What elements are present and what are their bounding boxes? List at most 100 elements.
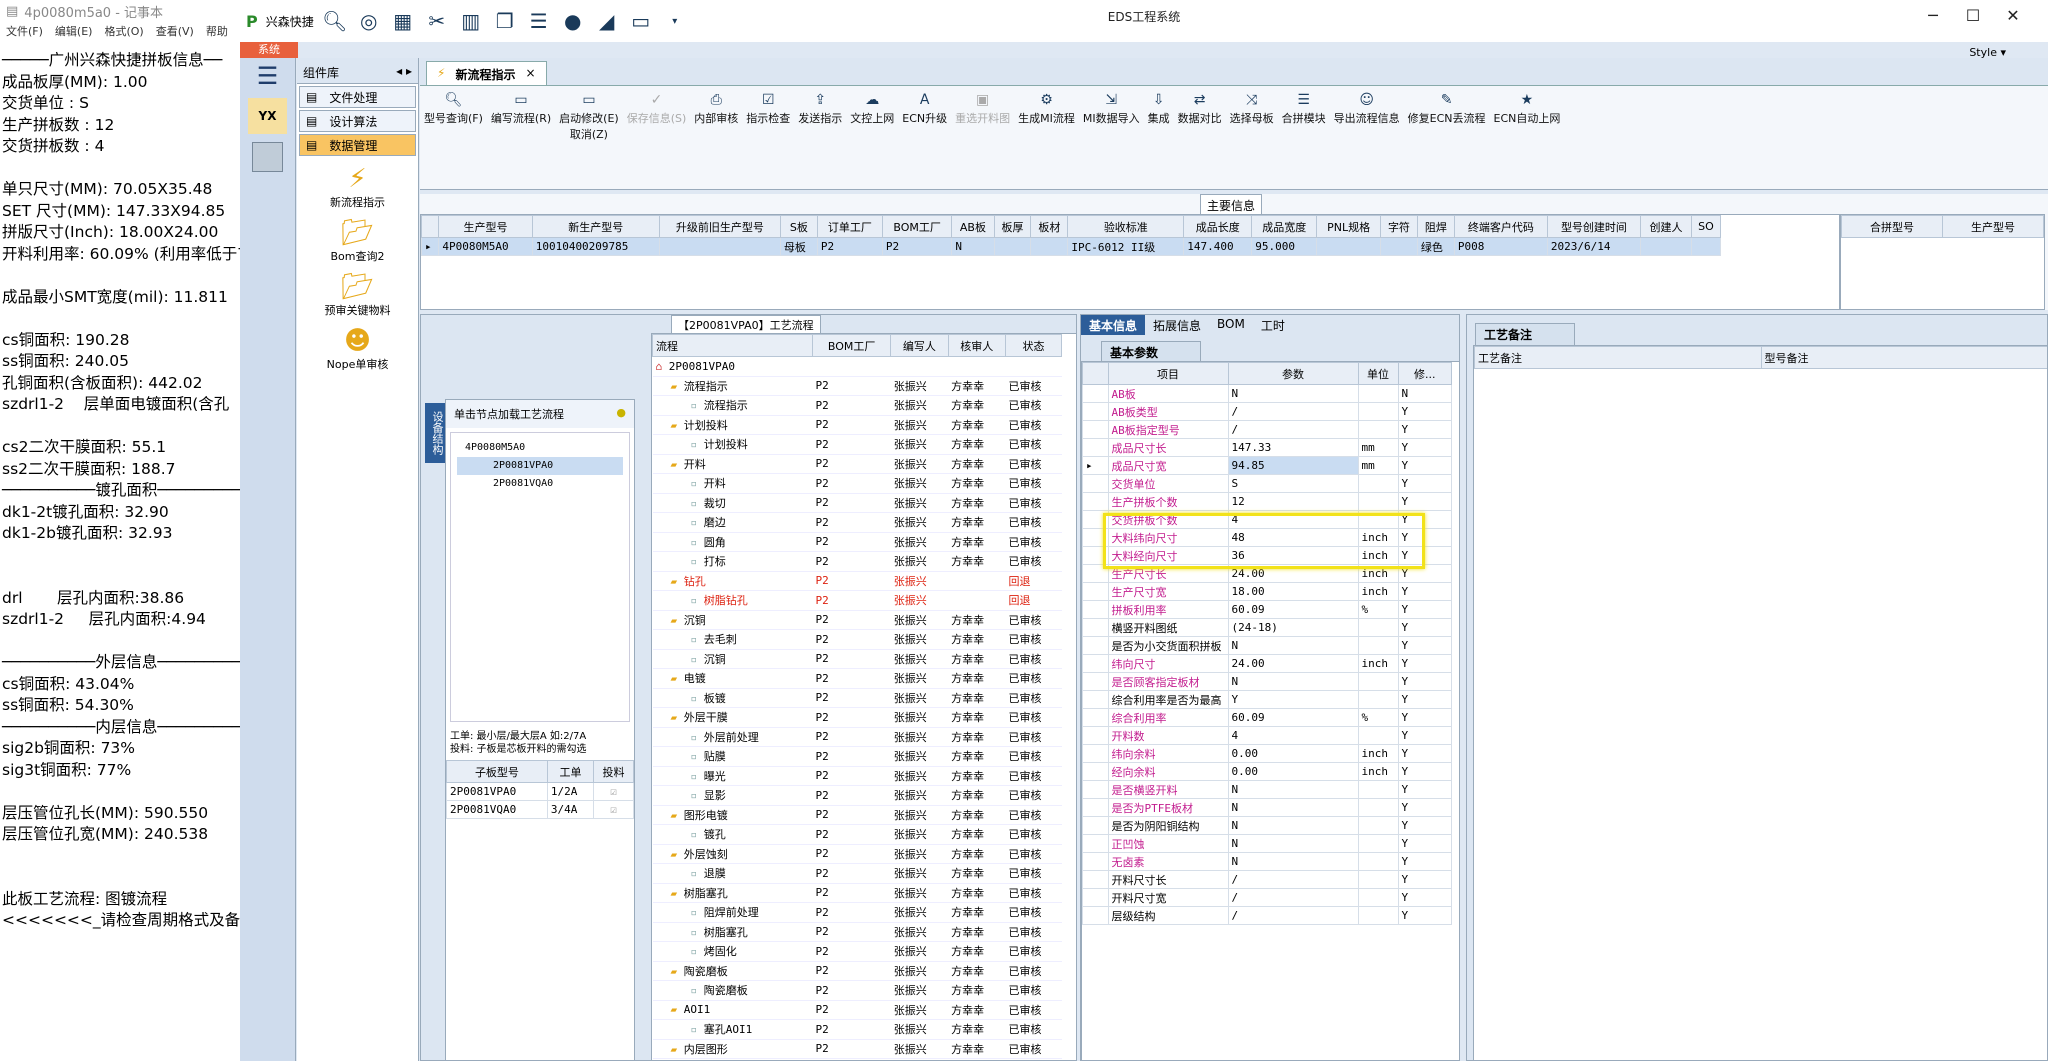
column-header[interactable]: 合拼型号 bbox=[1841, 215, 1943, 238]
table-row[interactable]: ▰ 钻孔 P2 张振兴 回退 bbox=[652, 571, 1062, 591]
table-row[interactable]: ▰ 外层蚀刻 P2 张振兴 方幸幸 已审核 bbox=[652, 844, 1062, 864]
column-header[interactable]: 修... bbox=[1397, 362, 1453, 385]
ribbon-button[interactable]: ⤨ 选择母板 bbox=[1226, 92, 1278, 189]
cell[interactable]: (24-18) bbox=[1227, 618, 1359, 637]
ribbon-button[interactable]: ⇄ 数据对比 bbox=[1174, 92, 1226, 189]
table-row[interactable]: ▫ 沉铜 P2 张振兴 方幸幸 已审核 bbox=[652, 649, 1062, 669]
table-row[interactable]: 综合利用率 60.09% Y bbox=[1082, 708, 1453, 727]
table-row[interactable]: ▰ 陶瓷磨板 P2 张振兴 方幸幸 已审核 bbox=[652, 961, 1062, 981]
table-row[interactable]: AB板类型 / Y bbox=[1082, 402, 1453, 421]
column-header[interactable]: 子板型号 bbox=[446, 760, 548, 783]
ribbon-button[interactable]: ▭ 启动修改(E) 取消(Z) bbox=[555, 92, 623, 189]
ribbon-button[interactable]: ▣ 重选开料图 bbox=[951, 92, 1014, 189]
cell[interactable]: / bbox=[1227, 888, 1359, 907]
scissors-icon[interactable]: ✂ bbox=[424, 8, 450, 34]
table-row[interactable]: 开料尺寸宽 / Y bbox=[1082, 888, 1453, 907]
table-row[interactable]: ▫ 去毛刺 P2 张振兴 方幸幸 已审核 bbox=[652, 629, 1062, 650]
column-header[interactable]: 生产型号 bbox=[1942, 215, 2044, 238]
column-header[interactable]: 板厚 bbox=[993, 215, 1032, 238]
cell[interactable] bbox=[1639, 237, 1692, 256]
yx-logo-icon[interactable]: YX bbox=[248, 98, 287, 134]
column-header[interactable]: S板 bbox=[779, 215, 818, 238]
table-row[interactable]: ▰ 计划投料 P2 张振兴 方幸幸 已审核 bbox=[652, 415, 1062, 435]
search-icon[interactable]: 🔍︎ bbox=[322, 8, 348, 34]
ribbon-button[interactable]: ▭ 编写流程(R) bbox=[487, 92, 555, 189]
table-row[interactable]: ▰ 内层图形 P2 张振兴 方幸幸 已审核 bbox=[652, 1039, 1062, 1059]
info-tab[interactable]: 拓展信息 bbox=[1145, 315, 1209, 335]
column-header[interactable]: 型号备注 bbox=[1760, 346, 2047, 369]
column-header[interactable]: 订单工厂 bbox=[816, 215, 883, 238]
cell[interactable]: 60.09 bbox=[1227, 600, 1359, 619]
table-row[interactable]: ▫ 塞孔AOI1 P2 张振兴 方幸幸 已审核 bbox=[652, 1019, 1062, 1040]
notepad-menu-item[interactable]: 帮助 bbox=[206, 23, 228, 39]
table-row[interactable]: ▫ 退膜 P2 张振兴 方幸幸 已审核 bbox=[652, 863, 1062, 884]
cell[interactable]: S bbox=[1227, 474, 1359, 493]
column-header[interactable]: 升级前旧生产型号 bbox=[658, 215, 781, 238]
ribbon-button[interactable]: ★ ECN自动上网 bbox=[1490, 92, 1565, 189]
table-row[interactable]: 2P0081VPA0 1/2A ☑ bbox=[446, 782, 634, 801]
library-item[interactable]: 📂︎ Bom查询2 bbox=[297, 218, 418, 264]
library-item[interactable]: 📂︎ 预审关键物料 bbox=[297, 272, 418, 318]
ribbon-button[interactable]: A ECN升级 bbox=[898, 92, 951, 189]
table-row[interactable]: 纬向尺寸 24.00 inch Y bbox=[1082, 654, 1453, 673]
table-row[interactable]: ▫ 裁切 P2 张振兴 方幸幸 已审核 bbox=[652, 493, 1062, 513]
tree-node[interactable]: 4P0080M5A0 bbox=[457, 439, 623, 457]
table-row[interactable]: 是否为阴阳铜结构 N Y bbox=[1082, 816, 1453, 835]
table-row[interactable]: 是否顾客指定板材 N Y bbox=[1082, 672, 1453, 691]
table-row[interactable]: ▫ 陶瓷磨板 P2 张振兴 方幸幸 已审核 bbox=[652, 980, 1062, 1001]
maximize-icon[interactable]: ☐ bbox=[1958, 6, 1988, 25]
ribbon-button[interactable]: ☁ 文控上网 bbox=[846, 92, 898, 189]
ribbon-button[interactable]: ⎙ 内部审核 bbox=[690, 92, 742, 189]
info-tab[interactable]: BOM bbox=[1209, 315, 1253, 335]
column-header[interactable]: SO bbox=[1690, 215, 1722, 238]
notepad-text[interactable]: ─────广州兴森快捷拼板信息── 成品板厚(MM): 1.00 交货单位 : S 生… bbox=[0, 50, 240, 932]
column-header[interactable]: 投料 bbox=[593, 760, 634, 783]
cell[interactable]: N bbox=[1227, 780, 1359, 799]
cell[interactable]: 94.85 bbox=[1227, 456, 1359, 475]
table-row[interactable]: 开料数 4 Y bbox=[1082, 726, 1453, 745]
cell[interactable]: N bbox=[1227, 816, 1359, 835]
library-arrows-icon[interactable]: ◂ ▸ bbox=[396, 64, 412, 78]
tree-node[interactable]: 2P0081VQA0 bbox=[457, 475, 623, 493]
table-row[interactable]: ▫ 流程指示 P2 张振兴 方幸幸 已审核 bbox=[652, 395, 1062, 416]
column-header[interactable]: 流程 bbox=[652, 334, 813, 357]
table-row[interactable]: ▫ 计划投料 P2 张振兴 方幸幸 已审核 bbox=[652, 434, 1062, 455]
ribbon-button[interactable]: ☑ 指示检查 bbox=[742, 92, 794, 189]
table-row[interactable]: ▫ 树脂塞孔 P2 张振兴 方幸幸 已审核 bbox=[652, 922, 1062, 942]
tree-node[interactable]: 2P0081VPA0 bbox=[457, 457, 623, 475]
column-header[interactable]: 编写人 bbox=[890, 334, 949, 357]
table-row[interactable]: ▰ 开料 P2 张振兴 方幸幸 已审核 bbox=[652, 454, 1062, 474]
table-row[interactable]: ▰ AOI1 P2 张振兴 方幸幸 已审核 bbox=[652, 1000, 1062, 1020]
ribbon-button[interactable]: ✓ 保存信息(S) bbox=[623, 92, 691, 189]
cell[interactable]: 0.00 bbox=[1227, 744, 1359, 763]
library-button[interactable]: ▤ 设计算法 bbox=[299, 110, 416, 132]
table-row[interactable]: ▫ 开料 P2 张振兴 方幸幸 已审核 bbox=[652, 473, 1062, 494]
column-header[interactable]: 阻焊 bbox=[1416, 215, 1455, 238]
ribbon-button[interactable]: 🔍︎ 型号查询(F) bbox=[420, 92, 487, 189]
column-header[interactable]: PNL规格 bbox=[1316, 215, 1381, 238]
cell[interactable] bbox=[993, 237, 1032, 256]
table-row[interactable]: 2P0081VQA0 3/4A ☑ bbox=[446, 800, 634, 819]
cell[interactable] bbox=[1030, 237, 1069, 256]
ribbon-button[interactable]: ⚙ 生成MI流程 bbox=[1014, 92, 1079, 189]
tab-close-icon[interactable]: × bbox=[525, 66, 535, 81]
column-header[interactable]: 工艺备注 bbox=[1474, 346, 1762, 369]
cell[interactable]: / bbox=[1227, 420, 1359, 439]
table-row[interactable]: 是否为PTFE板材 N Y bbox=[1082, 798, 1453, 817]
cell[interactable]: N bbox=[1227, 384, 1359, 403]
system-tab[interactable]: 系统 bbox=[240, 42, 298, 58]
cell[interactable]: Y bbox=[1227, 690, 1359, 709]
column-header[interactable]: AB板 bbox=[951, 215, 995, 238]
table-row[interactable]: ▫ 磨边 P2 张振兴 方幸幸 已审核 bbox=[652, 512, 1062, 533]
column-header[interactable]: 核审人 bbox=[947, 334, 1007, 357]
minimize-icon[interactable]: ─ bbox=[1918, 6, 1948, 25]
cell[interactable]: N bbox=[951, 237, 995, 256]
table-row[interactable]: 生产拼板个数 12 Y bbox=[1082, 492, 1453, 511]
ribbon-button[interactable]: ☺ 导出流程信息 bbox=[1330, 92, 1404, 189]
cell[interactable]: 绿色 bbox=[1416, 237, 1455, 256]
column-header[interactable]: BOM工厂 bbox=[881, 215, 953, 238]
ribbon-button[interactable]: ☰ 合拼模块 bbox=[1278, 92, 1330, 189]
column-header[interactable]: 工单 bbox=[546, 760, 595, 783]
cell[interactable]: 4P0080M5A0 bbox=[438, 237, 533, 256]
cell[interactable]: IPC-6012 II级 bbox=[1067, 237, 1185, 256]
